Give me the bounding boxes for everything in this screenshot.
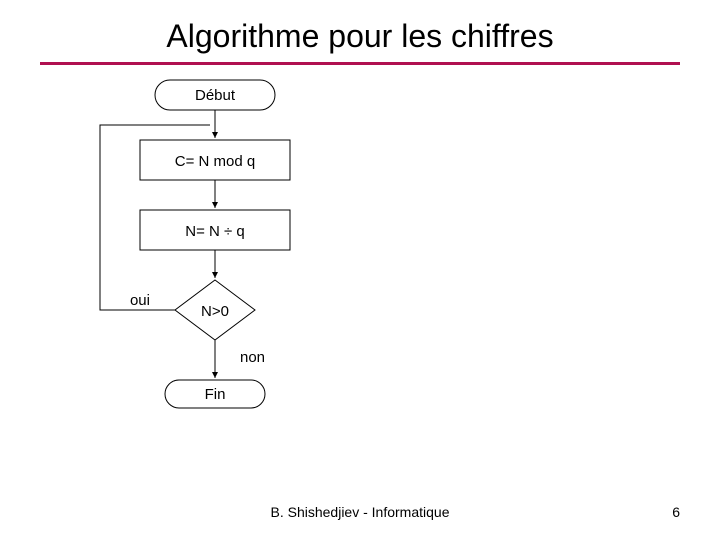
decision-node: N>0 (175, 280, 255, 340)
step2-label: N= N ÷ q (185, 223, 245, 240)
start-label: Début (195, 87, 236, 104)
flowchart: Début C= N mod q N= N ÷ q N>0 oui non Fi… (0, 0, 720, 540)
step1-node: C= N mod q (140, 140, 290, 180)
page-number: 6 (672, 504, 680, 520)
branch-yes-label: oui (130, 292, 150, 309)
footer-text: B. Shishedjiev - Informatique (0, 504, 720, 520)
branch-no-label: non (240, 349, 265, 366)
step1-label: C= N mod q (175, 153, 255, 170)
start-node: Début (155, 80, 275, 110)
end-node: Fin (165, 380, 265, 408)
end-label: Fin (205, 386, 226, 403)
step2-node: N= N ÷ q (140, 210, 290, 250)
decision-label: N>0 (201, 303, 229, 320)
